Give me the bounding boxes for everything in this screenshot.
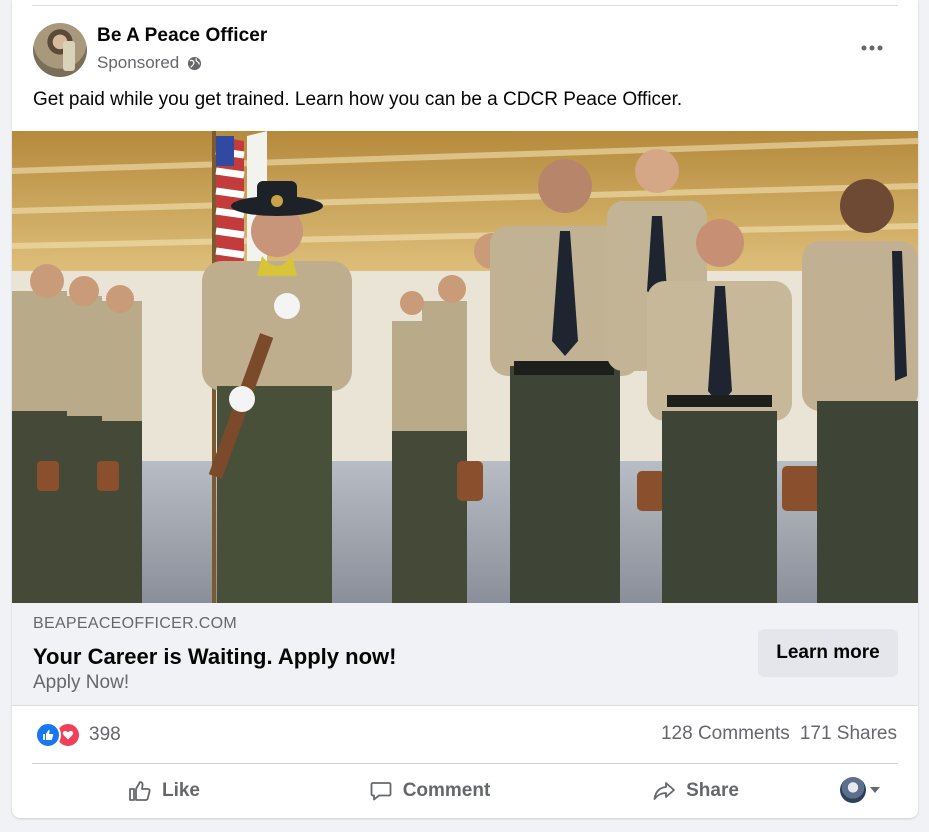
link-preview[interactable]: BEAPEACEOFFICER.COM Your Career is Waiti… xyxy=(12,603,918,706)
chevron-down-icon xyxy=(870,787,880,793)
comment-share-counts: 128 Comments 171 Shares xyxy=(661,723,897,745)
link-title[interactable]: Your Career is Waiting. Apply now! xyxy=(33,644,396,670)
reaction-summary[interactable]: 398 xyxy=(35,722,121,748)
sponsored-row: Sponsored xyxy=(97,53,202,73)
ad-image[interactable] xyxy=(12,131,918,603)
user-avatar xyxy=(840,777,866,803)
share-icon xyxy=(653,782,675,800)
more-options-icon[interactable] xyxy=(860,38,884,58)
ad-photo xyxy=(12,131,918,603)
share-label: Share xyxy=(686,780,739,801)
globe-icon xyxy=(188,56,202,70)
share-button[interactable]: Share xyxy=(648,769,743,813)
like-button[interactable]: Like xyxy=(124,769,204,813)
page-name[interactable]: Be A Peace Officer xyxy=(97,25,267,47)
page-avatar[interactable] xyxy=(33,23,87,77)
action-bar: Like Comment Share xyxy=(12,765,918,817)
top-divider xyxy=(32,5,898,6)
sponsored-label[interactable]: Sponsored xyxy=(97,53,179,73)
comments-count[interactable]: 128 Comments xyxy=(661,723,790,745)
learn-more-button[interactable]: Learn more xyxy=(758,629,898,677)
link-description: Apply Now! xyxy=(33,672,130,693)
sponsored-post-card: Be A Peace Officer Sponsored Get paid wh… xyxy=(12,0,918,818)
thumbs-up-icon xyxy=(129,781,151,801)
comment-icon xyxy=(370,782,392,801)
audience-selector[interactable] xyxy=(840,777,880,803)
post-text: Get paid while you get trained. Learn ho… xyxy=(33,89,683,110)
comment-button[interactable]: Comment xyxy=(362,769,497,813)
reaction-count: 398 xyxy=(89,724,121,745)
like-label: Like xyxy=(161,780,201,801)
comment-label: Comment xyxy=(402,780,491,801)
like-reaction-icon xyxy=(35,722,61,748)
link-domain: BEAPEACEOFFICER.COM xyxy=(33,615,237,632)
shares-count[interactable]: 171 Shares xyxy=(800,723,897,745)
engagement-stats: 398 128 Comments 171 Shares xyxy=(12,706,918,764)
action-divider xyxy=(32,763,898,764)
